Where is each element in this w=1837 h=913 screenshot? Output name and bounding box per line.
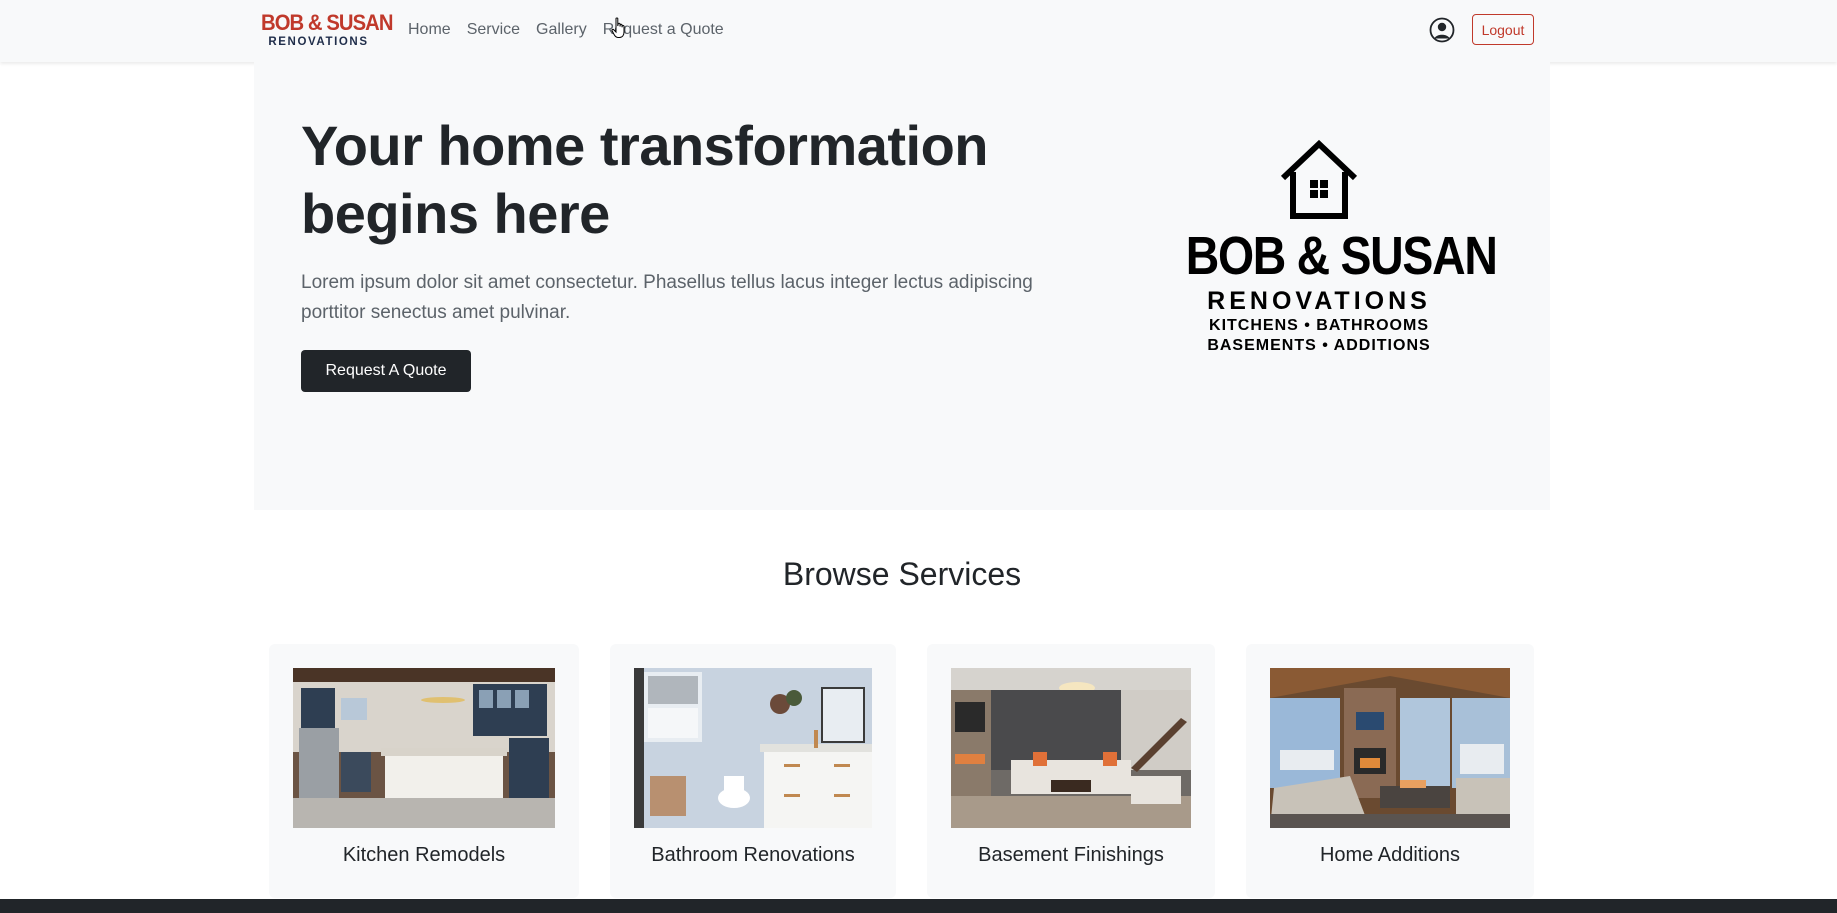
hero-brand-logo: BOB & SUSAN RENOVATIONS KITCHENS • BATHR… — [1164, 138, 1498, 368]
brand-name: BOB & SUSAN — [261, 10, 393, 35]
brand-logo[interactable]: BOB & SUSAN RENOVATIONS — [256, 10, 393, 51]
logout-button[interactable]: Logout — [1472, 14, 1534, 45]
hero-title: Your home transformation begins here — [301, 114, 989, 245]
user-circle-icon[interactable] — [1429, 17, 1455, 43]
kitchen-image — [293, 668, 555, 828]
logo-tagline-2: BASEMENTS • ADDITIONS — [1207, 337, 1431, 354]
service-card-kitchen[interactable]: Kitchen Remodels — [269, 644, 579, 898]
hand-cursor-icon — [611, 17, 625, 38]
home-addition-image — [1270, 668, 1510, 828]
service-card-label: Bathroom Renovations — [651, 844, 855, 866]
brand-subtitle: RENOVATIONS — [268, 36, 369, 48]
nav-link-gallery[interactable]: Gallery — [536, 19, 587, 41]
hero-lead-text: Lorem ipsum dolor sit amet consectetur. … — [301, 272, 1033, 323]
nav-links: Home Service Gallery Request a Quote — [408, 19, 740, 41]
footer-strip — [0, 899, 1837, 913]
service-card-label: Kitchen Remodels — [342, 844, 506, 866]
nav-link-service[interactable]: Service — [467, 19, 520, 41]
service-card-bathroom[interactable]: Bathroom Renovations — [610, 644, 896, 898]
service-card-basement[interactable]: Basement Finishings — [927, 644, 1215, 898]
service-card-label: Basement Finishings — [978, 844, 1164, 866]
logo-tagline-1: KITCHENS • BATHROOMS — [1209, 317, 1429, 334]
service-card-label: Home Additions — [1319, 844, 1461, 866]
nav-link-home[interactable]: Home — [408, 19, 451, 41]
basement-image — [951, 668, 1191, 828]
logo-brand-subtitle: RENOVATIONS — [1207, 287, 1431, 315]
browse-services-heading: Browse Services — [782, 556, 1022, 592]
navbar: BOB & SUSAN RENOVATIONS Home Service Gal… — [0, 0, 1837, 62]
hero-section: Your home transformation begins here Lor… — [254, 62, 1550, 510]
request-quote-button[interactable]: Request A Quote — [301, 350, 471, 392]
bathroom-image — [634, 668, 872, 828]
logo-brand-name: BOB & SUSAN — [1185, 226, 1498, 286]
house-icon — [1280, 139, 1358, 219]
service-card-additions[interactable]: Home Additions — [1246, 644, 1534, 898]
